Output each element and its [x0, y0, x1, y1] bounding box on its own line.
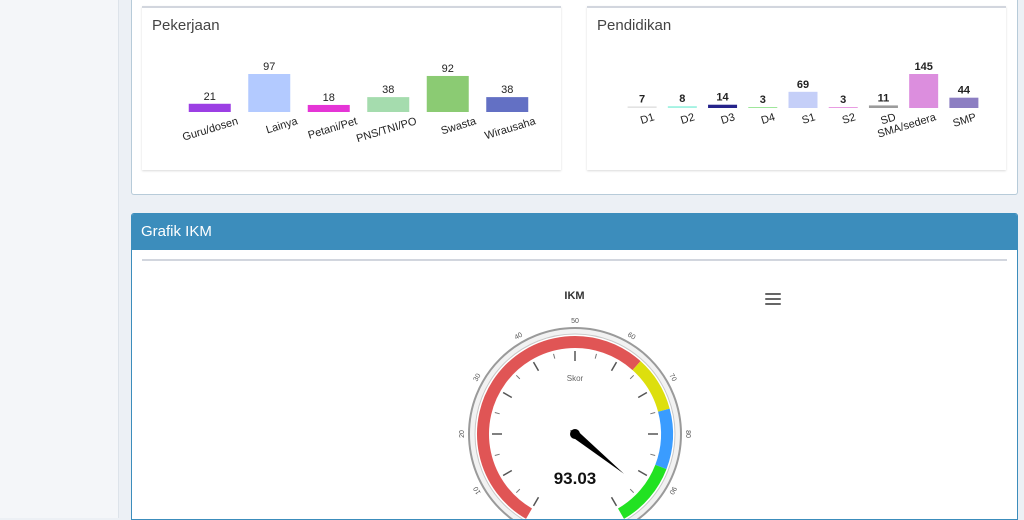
bar-lainya: [248, 74, 291, 112]
bar-petani-pet: [307, 104, 350, 112]
data-label: 92: [442, 63, 454, 75]
data-label: 3: [840, 94, 846, 106]
ikm-panel: Grafik IKM IKM 0102030405060708090100Sko…: [131, 213, 1018, 520]
data-label: 145: [914, 61, 932, 73]
data-label: 18: [323, 92, 335, 104]
gauge-pivot: [570, 429, 580, 439]
tick-label: 70: [667, 373, 677, 383]
data-label: 38: [382, 84, 394, 96]
bar-d1: [627, 106, 657, 108]
category-label: Swasta: [440, 115, 479, 137]
category-label: D2: [679, 111, 696, 127]
category-label: Petani/Pet: [307, 115, 359, 141]
category-label: D3: [719, 111, 736, 127]
bar-s1: [788, 91, 818, 108]
data-label: 97: [263, 61, 275, 73]
category-label: PNS/TNI/PO: [355, 115, 419, 145]
data-label: 44: [958, 85, 971, 97]
bar-s2: [828, 107, 858, 108]
gauge-band-2: [655, 408, 673, 470]
category-label: Wirausaha: [483, 115, 538, 142]
charts-panel: Pekerjaan 21 Guru/dosen 97 Lainya 18 Petani/P…: [131, 0, 1018, 195]
data-label: 21: [204, 91, 216, 103]
pekerjaan-chart: 21 Guru/dosen 97 Lainya 18 Petani/Pet 38 PNS/TN…: [181, 61, 538, 145]
tick-label: 80: [684, 430, 691, 438]
tick-label: 10: [473, 485, 483, 495]
pekerjaan-card: Pekerjaan 21 Guru/dosen 97 Lainya 18 Petani/P…: [142, 6, 561, 170]
pendidikan-card: Pendidikan 7 D1 8 D2 14 D3 3 D4 69 S1 3 S2 11 SD 145 SM…: [587, 6, 1006, 170]
tick-label: 40: [514, 332, 524, 342]
bar-swasta: [426, 75, 469, 112]
bar-d4: [748, 107, 778, 108]
category-label: D1: [639, 111, 656, 127]
data-label: 11: [878, 92, 890, 104]
data-label: 3: [760, 94, 766, 106]
sidebar: [0, 0, 119, 518]
category-label: SMP: [951, 111, 977, 129]
bar-guru-dosen: [188, 103, 231, 112]
category-label: Guru/dosen: [181, 115, 239, 143]
tick-label: 50: [571, 318, 579, 325]
pendidikan-chart: 7D18D214D33D469S13S211SD145SMA/sedera44S…: [627, 61, 979, 141]
data-label: 14: [716, 92, 729, 104]
bar-wirausaha: [486, 97, 529, 112]
category-label: Lainya: [265, 115, 300, 136]
category-label: D4: [760, 111, 777, 127]
data-label: 38: [501, 84, 513, 96]
data-label: 69: [797, 79, 809, 91]
tick-label: 90: [667, 485, 677, 495]
category-label: S1: [800, 111, 816, 126]
tick-label: 60: [626, 332, 636, 342]
category-label: S2: [841, 111, 857, 126]
bar-pns-tni-po: [367, 97, 410, 112]
tick-label: 30: [473, 373, 483, 383]
gauge-subtitle: Skor: [567, 374, 584, 383]
bar-sma-sedera: [909, 74, 939, 108]
bar-d2: [667, 106, 697, 108]
ikm-gauge: 0102030405060708090100Skor93.03: [459, 318, 691, 519]
bar-sd: [868, 105, 898, 108]
data-label: 8: [679, 93, 685, 105]
gauge-value: 93.03: [554, 469, 597, 488]
tick-label: 20: [459, 430, 466, 438]
bar-smp: [949, 97, 979, 108]
bar-d3: [708, 104, 738, 108]
data-label: 7: [639, 93, 645, 105]
